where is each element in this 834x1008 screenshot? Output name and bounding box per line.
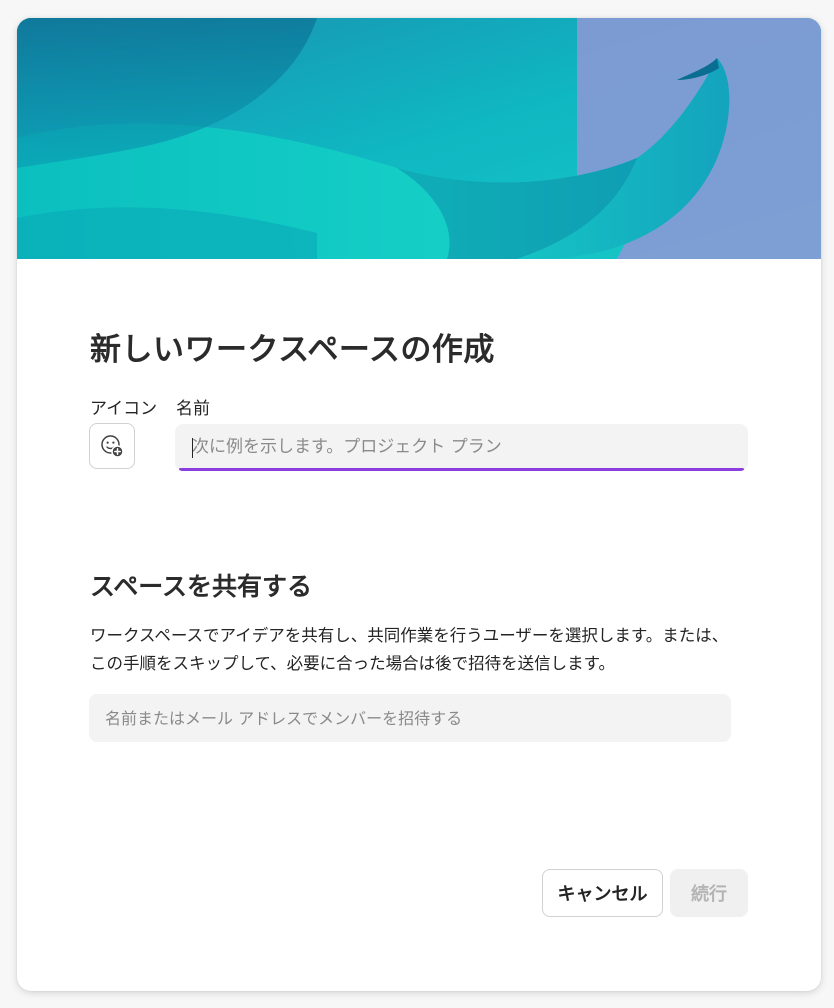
continue-button[interactable]: 続行 bbox=[670, 869, 748, 917]
create-workspace-dialog: 新しいワークスペースの作成 アイコン 名前 スペースを共有する ワークスペースで… bbox=[17, 18, 821, 991]
invite-members-input[interactable] bbox=[89, 694, 731, 742]
header-image bbox=[17, 18, 821, 259]
name-label: 名前 bbox=[176, 399, 210, 419]
share-section-title: スペースを共有する bbox=[90, 572, 313, 601]
workspace-name-field[interactable] bbox=[175, 424, 748, 471]
choose-icon-button[interactable] bbox=[89, 423, 135, 469]
share-section-description: ワークスペースでアイデアを共有し、共同作業を行うユーザーを選択します。または、 … bbox=[90, 622, 750, 678]
emoji-add-icon bbox=[101, 435, 124, 458]
description-line-1: ワークスペースでアイデアを共有し、共同作業を行うユーザーを選択します。または、 bbox=[90, 626, 729, 645]
text-caret bbox=[192, 438, 193, 458]
dialog-title: 新しいワークスペースの作成 bbox=[90, 332, 495, 368]
description-line-2: この手順をスキップして、必要に合った場合は後で招待を送信します。 bbox=[90, 654, 616, 673]
fabric-illustration bbox=[17, 18, 821, 259]
invite-members-field[interactable] bbox=[89, 694, 731, 742]
cancel-button[interactable]: キャンセル bbox=[542, 869, 663, 917]
icon-label: アイコン bbox=[90, 399, 158, 419]
workspace-name-input[interactable] bbox=[175, 424, 748, 471]
